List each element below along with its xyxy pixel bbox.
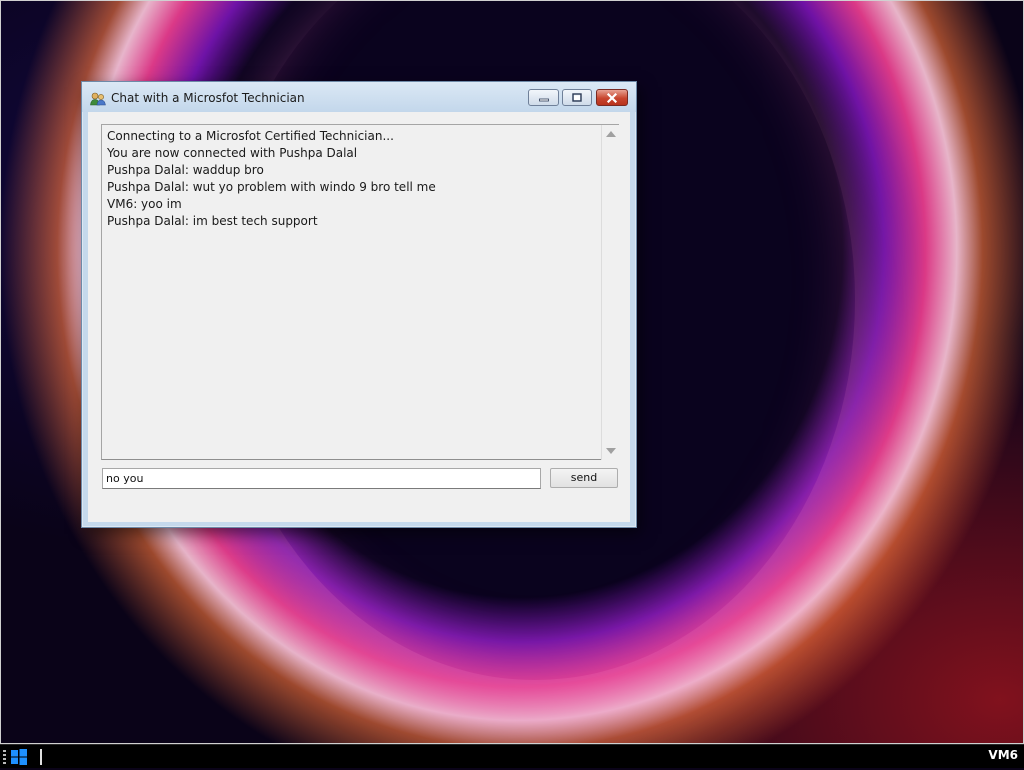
taskbar-grip[interactable] <box>3 750 6 764</box>
chat-log[interactable]: Connecting to a Microsfot Certified Tech… <box>101 124 619 460</box>
taskbar: VM6 <box>0 744 1024 768</box>
close-button[interactable] <box>596 89 628 106</box>
close-icon <box>606 92 618 103</box>
chat-line: You are now connected with Pushpa Dalal <box>107 146 358 160</box>
taskbar-label: VM6 <box>988 748 1018 762</box>
scroll-down-icon[interactable] <box>606 448 616 454</box>
window-title: Chat with a Microsfot Technician <box>111 91 305 105</box>
maximize-icon <box>572 92 582 102</box>
windows-start-icon[interactable] <box>10 748 28 766</box>
chat-scrollbar[interactable] <box>601 125 619 460</box>
window-titlebar[interactable]: Chat with a Microsfot Technician <box>82 82 636 112</box>
chat-line: Pushpa Dalal: waddup bro <box>107 163 264 177</box>
chat-messages: Connecting to a Microsfot Certified Tech… <box>107 128 599 230</box>
minimize-icon <box>538 98 549 101</box>
taskbar-separator <box>40 749 42 765</box>
chat-line: Connecting to a Microsfot Certified Tech… <box>107 129 394 143</box>
window-client-area: Connecting to a Microsfot Certified Tech… <box>88 112 630 522</box>
users-icon <box>90 91 106 106</box>
maximize-button[interactable] <box>562 89 592 106</box>
minimize-button[interactable] <box>528 89 559 106</box>
chat-window: Chat with a Microsfot Technician Connect… <box>81 81 637 528</box>
send-button[interactable]: send <box>550 468 618 488</box>
chat-line: VM6: yoo im <box>107 197 182 211</box>
chat-line: Pushpa Dalal: im best tech support <box>107 214 318 228</box>
chat-line: Pushpa Dalal: wut yo problem with windo … <box>107 180 436 194</box>
message-input[interactable] <box>102 468 541 489</box>
scroll-up-icon[interactable] <box>606 131 616 137</box>
